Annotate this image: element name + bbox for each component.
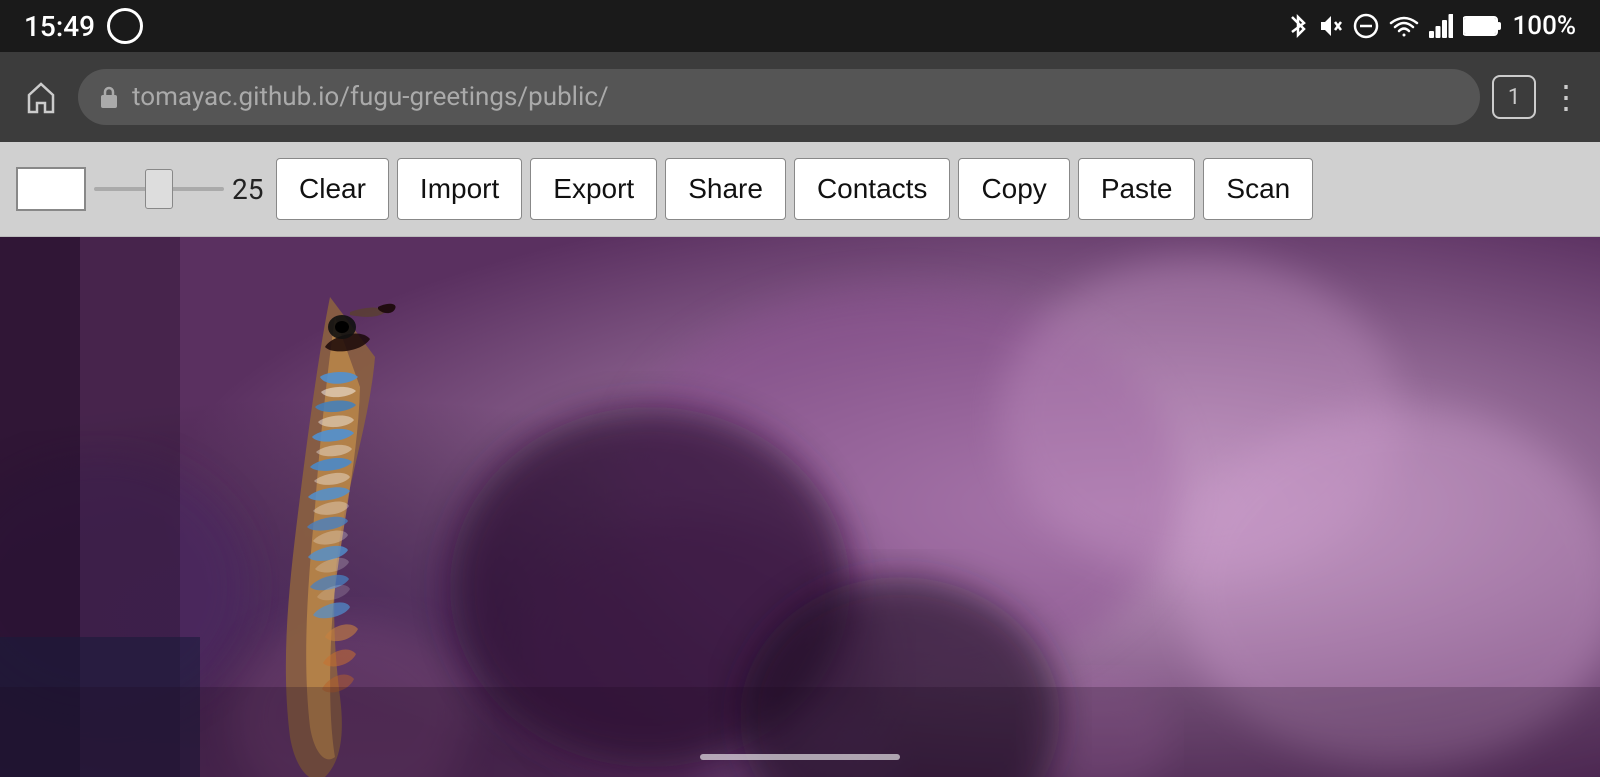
lock-icon — [98, 84, 120, 110]
address-text: tomayac.github.io/fugu-greetings/public/ — [132, 82, 609, 112]
status-app-icon — [107, 8, 143, 44]
browser-menu-button[interactable]: ⋮ — [1550, 78, 1584, 116]
home-indicator — [700, 754, 900, 760]
contacts-button[interactable]: Contacts — [794, 158, 951, 220]
status-bar-right: 100% — [1287, 11, 1576, 41]
main-canvas[interactable] — [0, 237, 1600, 777]
color-swatch[interactable] — [16, 167, 86, 211]
size-slider-container — [94, 187, 224, 191]
scan-button[interactable]: Scan — [1203, 158, 1313, 220]
size-slider-thumb[interactable] — [145, 169, 173, 209]
import-button[interactable]: Import — [397, 158, 522, 220]
toolbar: 25 Clear Import Export Share Contacts Co… — [0, 142, 1600, 237]
browser-actions: 1 ⋮ — [1492, 75, 1584, 119]
size-slider-track — [94, 187, 224, 191]
status-bar: 15:49 — [0, 0, 1600, 52]
dnd-icon — [1353, 13, 1379, 39]
clear-button[interactable]: Clear — [276, 158, 389, 220]
signal-icon — [1429, 13, 1453, 39]
share-button[interactable]: Share — [665, 158, 786, 220]
slider-value: 25 — [232, 173, 268, 206]
copy-button[interactable]: Copy — [958, 158, 1069, 220]
wifi-icon — [1389, 13, 1419, 39]
bluetooth-icon — [1287, 12, 1309, 40]
tab-switcher-button[interactable]: 1 — [1492, 75, 1536, 119]
no-sound-icon — [1319, 12, 1343, 40]
address-host: tomayac.github.io — [132, 82, 339, 112]
paste-button[interactable]: Paste — [1078, 158, 1196, 220]
home-button[interactable] — [16, 72, 66, 122]
address-path: /fugu-greetings/public/ — [339, 82, 608, 112]
status-bar-left: 15:49 — [24, 8, 143, 44]
browser-chrome: tomayac.github.io/fugu-greetings/public/… — [0, 52, 1600, 142]
export-button[interactable]: Export — [530, 158, 657, 220]
background-image — [0, 237, 1600, 777]
battery-icon — [1463, 15, 1503, 37]
status-time: 15:49 — [24, 10, 95, 43]
bottom-nav-bar — [0, 737, 1600, 777]
battery-percent: 100% — [1513, 11, 1576, 41]
address-bar[interactable]: tomayac.github.io/fugu-greetings/public/ — [78, 69, 1480, 125]
